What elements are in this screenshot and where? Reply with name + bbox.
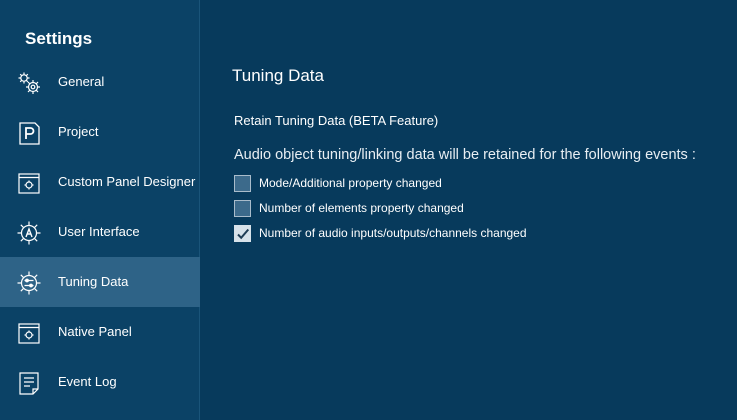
sidebar-item-event-log[interactable]: Event Log xyxy=(0,357,200,407)
section-label: Retain Tuning Data (BETA Feature) xyxy=(234,113,439,128)
tuning-gear-icon xyxy=(15,269,43,297)
page-title: Tuning Data xyxy=(232,66,324,85)
settings-sidebar: Settings General Project Custom Panel De… xyxy=(0,0,200,420)
description-text: Audio object tuning/linking data will be… xyxy=(234,147,696,163)
panel-designer-icon xyxy=(15,169,43,197)
checkbox-label[interactable]: Number of audio inputs/outputs/channels … xyxy=(259,226,527,240)
checkbox[interactable] xyxy=(234,225,251,242)
gears-icon xyxy=(15,69,43,97)
checkbox-label[interactable]: Number of elements property changed xyxy=(259,201,464,215)
checkbox-label[interactable]: Mode/Additional property changed xyxy=(259,176,442,190)
checkmark-icon xyxy=(237,228,250,240)
sidebar-item-label: Tuning Data xyxy=(58,274,129,289)
checkbox[interactable] xyxy=(234,175,251,192)
user-interface-gear-icon xyxy=(15,219,43,247)
sidebar-item-label: General xyxy=(58,74,105,89)
event-log-icon xyxy=(15,369,43,397)
sidebar-item-native-panel[interactable]: Native Panel xyxy=(0,307,200,357)
sidebar-item-label: Custom Panel Designer xyxy=(58,174,196,189)
sidebar-item-label: User Interface xyxy=(58,224,140,239)
sidebar-title: Settings xyxy=(25,29,93,48)
sidebar-item-label: Project xyxy=(58,124,99,139)
native-panel-icon xyxy=(15,319,43,347)
checkbox[interactable] xyxy=(234,200,251,217)
sidebar-item-user-interface[interactable]: User Interface xyxy=(0,207,200,257)
sidebar-item-tuning-data[interactable]: Tuning Data xyxy=(0,257,200,307)
sidebar-item-general[interactable]: General xyxy=(0,57,200,107)
sidebar-item-custom-panel-designer[interactable]: Custom Panel Designer xyxy=(0,157,200,207)
project-p-icon xyxy=(15,119,43,147)
sidebar-item-label: Event Log xyxy=(58,374,117,389)
sidebar-item-label: Native Panel xyxy=(58,324,132,339)
sidebar-item-project[interactable]: Project xyxy=(0,107,200,157)
